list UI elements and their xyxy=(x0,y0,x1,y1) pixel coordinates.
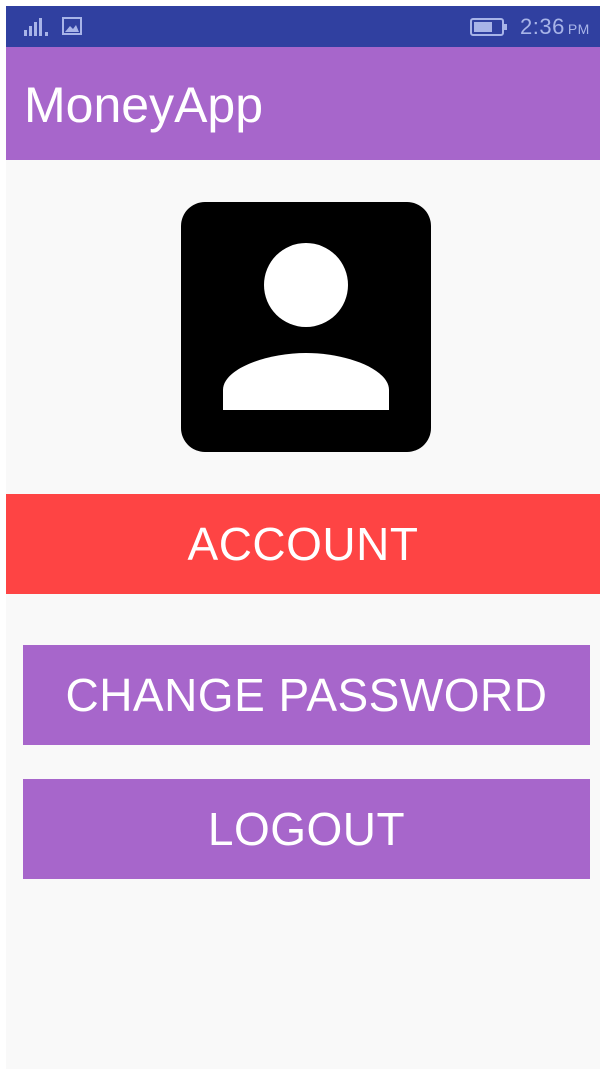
app-screen: 2:36 PM MoneyApp ACCOUNT CHANGE PASSWORD … xyxy=(6,6,600,1069)
gallery-icon xyxy=(62,17,82,35)
account-section-header: ACCOUNT xyxy=(6,494,600,594)
clock-time: 2:36 xyxy=(520,14,565,39)
status-bar: 2:36 PM xyxy=(6,6,600,47)
clock-ampm: PM xyxy=(567,21,590,37)
account-box-icon xyxy=(181,202,431,452)
change-password-button[interactable]: CHANGE PASSWORD xyxy=(23,645,590,745)
app-title: MoneyApp xyxy=(24,77,264,133)
app-bar: MoneyApp xyxy=(6,47,600,160)
battery-icon xyxy=(470,18,507,36)
status-clock: 2:36 PM xyxy=(520,14,590,40)
signal-icon xyxy=(24,18,48,36)
account-content: ACCOUNT CHANGE PASSWORD LOGOUT xyxy=(6,160,600,1069)
logout-button[interactable]: LOGOUT xyxy=(23,779,590,879)
